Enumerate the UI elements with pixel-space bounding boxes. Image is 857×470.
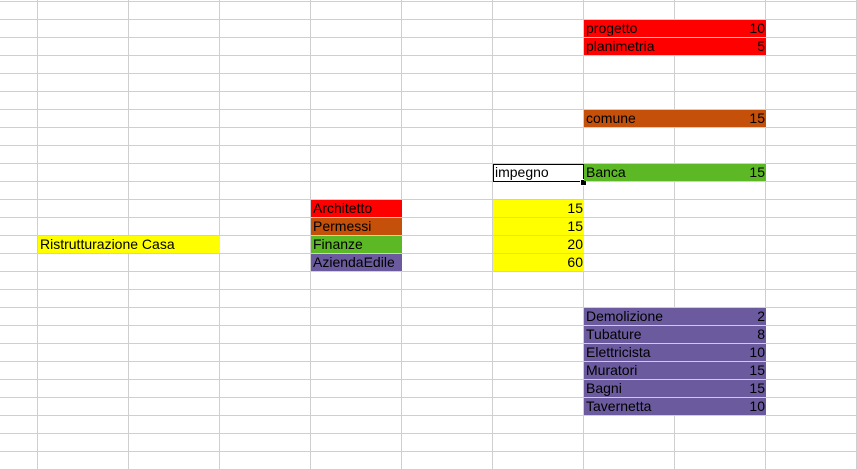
cell-task-planimetria-value[interactable]: 5: [675, 38, 766, 55]
cell-task-tubature-value[interactable]: 8: [675, 326, 766, 343]
cell-task-progetto-value[interactable]: 10: [675, 20, 766, 37]
cell-task-bagni[interactable]: Bagni: [584, 380, 675, 397]
cell-task-planimetria[interactable]: planimetria: [584, 38, 675, 55]
cell-task-demolizione[interactable]: Demolizione: [584, 308, 675, 325]
cell-category-architetto-value[interactable]: 15: [493, 200, 584, 217]
cell-category-aziendaedile-value[interactable]: 60: [493, 254, 584, 271]
spreadsheet-grid[interactable]: progetto 10 planimetria 5 comune 15 impe…: [0, 0, 857, 470]
cell-task-comune[interactable]: comune: [584, 110, 675, 127]
cell-task-elettricista[interactable]: Elettricista: [584, 344, 675, 361]
cell-task-elettricista-value[interactable]: 10: [675, 344, 766, 361]
cell-task-tavernetta[interactable]: Tavernetta: [584, 398, 675, 415]
cell-task-demolizione-value[interactable]: 2: [675, 308, 766, 325]
cell-task-bagni-value[interactable]: 15: [675, 380, 766, 397]
cell-category-permessi-value[interactable]: 15: [493, 218, 584, 235]
cell-task-tavernetta-value[interactable]: 10: [675, 398, 766, 415]
cell-project-title[interactable]: Ristrutturazione Casa: [38, 236, 220, 253]
selected-cell-impegno[interactable]: impegno: [493, 164, 584, 182]
cell-category-finanze-value[interactable]: 20: [493, 236, 584, 253]
cell-category-permessi[interactable]: Permessi: [311, 218, 402, 235]
cell-task-banca[interactable]: Banca: [584, 164, 675, 181]
cell-category-aziendaedile[interactable]: AziendaEdile: [311, 254, 402, 271]
cell-category-architetto[interactable]: Architetto: [311, 200, 402, 217]
cell-task-tubature[interactable]: Tubature: [584, 326, 675, 343]
cell-task-banca-value[interactable]: 15: [675, 164, 766, 181]
cell-task-comune-value[interactable]: 15: [675, 110, 766, 127]
cell-task-muratori[interactable]: Muratori: [584, 362, 675, 379]
cell-task-progetto[interactable]: progetto: [584, 20, 675, 37]
cell-category-finanze[interactable]: Finanze: [311, 236, 402, 253]
cell-task-muratori-value[interactable]: 15: [675, 362, 766, 379]
